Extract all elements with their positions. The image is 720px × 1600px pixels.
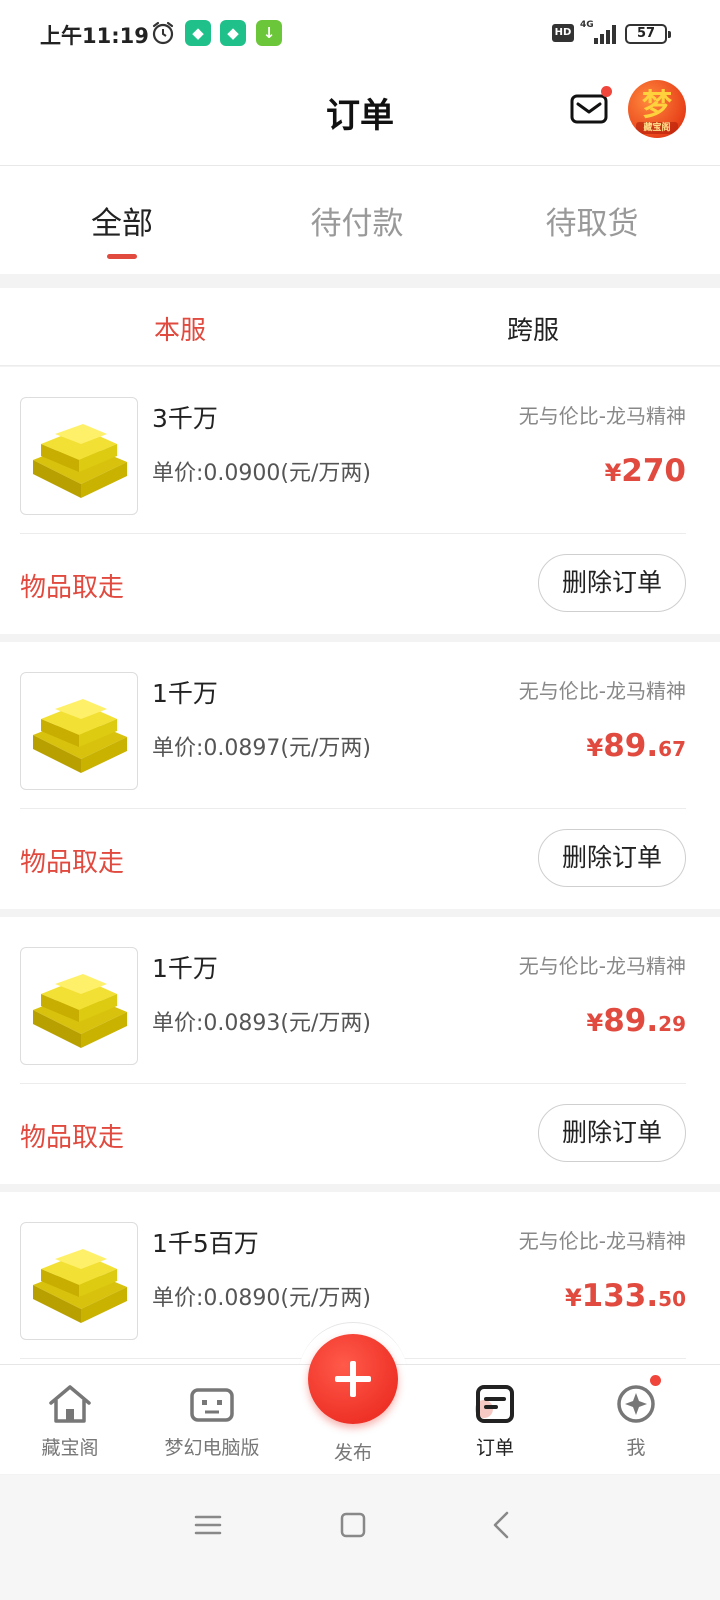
order-price: ¥270: [605, 453, 686, 489]
gold-bars-icon: [33, 424, 127, 498]
gold-bars-icon: [33, 1249, 127, 1323]
order-card[interactable]: 1千万 无与伦比-龙马精神 单价:0.0893(元/万两) ¥89.29 物品取…: [0, 917, 720, 1184]
order-price: ¥89.29: [587, 1003, 686, 1039]
nav-label-orders: 订单: [475, 1437, 514, 1459]
back-icon[interactable]: [482, 1505, 522, 1545]
gold-bars-thumbnail: [20, 672, 138, 790]
gold-bars-icon: [33, 974, 127, 1048]
mail-icon[interactable]: [570, 92, 608, 126]
tab-pending-pickup[interactable]: 待取货: [472, 198, 712, 243]
order-card[interactable]: 1千万 无与伦比-龙马精神 单价:0.0897(元/万两) ¥89.67 物品取…: [0, 642, 720, 909]
unit-price: 单价:0.0893(元/万两): [152, 1011, 371, 1036]
active-tab-indicator: [107, 254, 137, 259]
divider: [20, 1083, 686, 1084]
item-name: 1千5百万: [152, 1229, 259, 1258]
gamepad-icon: [190, 1388, 234, 1422]
price-integer: 270: [621, 453, 686, 489]
order-price: ¥133.50: [565, 1278, 686, 1314]
page-title: 订单: [326, 96, 394, 136]
item-name: 3千万: [152, 404, 218, 433]
shield-app-icon: ◆: [185, 20, 211, 46]
signal-icon: 4G: [580, 20, 616, 44]
delete-order-button[interactable]: 删除订单: [538, 1104, 686, 1162]
currency-symbol: ¥: [564, 1284, 582, 1312]
shield-app-icon-2: ◆: [220, 20, 246, 46]
nav-item-home[interactable]: 藏宝阁: [0, 1365, 140, 1475]
home-icon: [49, 1385, 91, 1423]
nav-label-pc: 梦幻电脑版: [164, 1437, 260, 1459]
gold-bars-thumbnail: [20, 1222, 138, 1340]
order-status: 物品取走: [20, 573, 125, 603]
unit-price: 单价:0.0890(元/万两): [152, 1286, 371, 1311]
alarm-icon: [152, 21, 174, 45]
server-subtabs: 本服 跨服: [0, 288, 720, 366]
subtab-local-server[interactable]: 本服: [154, 310, 206, 347]
order-tabs: 全部 待付款 待取货: [0, 166, 720, 274]
unit-price: 单价:0.0900(元/万两): [152, 461, 371, 486]
subtab-cross-server[interactable]: 跨服: [507, 310, 559, 347]
battery-indicator: 57: [625, 24, 671, 44]
tab-all[interactable]: 全部: [2, 198, 242, 243]
hd-badge: HD: [552, 24, 574, 42]
gold-bars-thumbnail: [20, 397, 138, 515]
order-status: 物品取走: [20, 848, 125, 878]
gold-bars-icon: [33, 699, 127, 773]
avatar-subtext: 藏宝阁: [636, 122, 678, 134]
notification-dot: [601, 86, 612, 97]
orders-icon: [475, 1385, 514, 1423]
nav-label-publish: 发布: [333, 1442, 372, 1464]
item-name: 1千万: [152, 954, 218, 983]
avatar-text: 梦: [642, 88, 672, 123]
system-navigation-bar: [0, 1475, 720, 1600]
delete-order-button[interactable]: 删除订单: [538, 829, 686, 887]
app-header: 订单 梦 藏宝阁: [0, 66, 720, 166]
menu-icon[interactable]: [188, 1505, 228, 1545]
server-name: 无与伦比-龙马精神: [518, 679, 686, 703]
notification-dot: [650, 1375, 661, 1386]
status-bar: 上午11:19 ◆ ◆ ↓ HD 4G 57: [0, 0, 720, 66]
avatar[interactable]: 梦 藏宝阁: [628, 80, 686, 138]
nav-item-me[interactable]: 我: [566, 1365, 706, 1475]
nav-item-orders[interactable]: 订单: [425, 1365, 565, 1475]
download-icon: ↓: [256, 20, 282, 46]
price-decimal: 50: [658, 1287, 686, 1311]
server-name: 无与伦比-龙马精神: [518, 1229, 686, 1253]
currency-symbol: ¥: [604, 459, 622, 487]
server-name: 无与伦比-龙马精神: [518, 404, 686, 428]
item-name: 1千万: [152, 679, 218, 708]
compass-icon: [617, 1385, 655, 1423]
svg-text:4G: 4G: [580, 20, 594, 30]
nav-item-pc[interactable]: 梦幻电脑版: [142, 1365, 282, 1475]
price-decimal: 29: [658, 1012, 686, 1036]
server-name: 无与伦比-龙马精神: [518, 954, 686, 978]
tab-pending-payment[interactable]: 待付款: [237, 198, 477, 243]
price-decimal: 67: [658, 737, 686, 761]
currency-symbol: ¥: [586, 734, 604, 762]
gold-bars-thumbnail: [20, 947, 138, 1065]
price-integer: 89.: [603, 728, 659, 764]
publish-plus-icon[interactable]: [308, 1334, 398, 1424]
order-status: 物品取走: [20, 1123, 125, 1153]
order-price: ¥89.67: [587, 728, 686, 764]
price-integer: 89.: [603, 1003, 659, 1039]
delete-order-button[interactable]: 删除订单: [538, 554, 686, 612]
price-integer: 133.: [581, 1278, 659, 1314]
nav-label-home: 藏宝阁: [41, 1437, 99, 1459]
square-icon[interactable]: [333, 1505, 373, 1545]
divider: [20, 808, 686, 809]
status-time: 上午11:19: [40, 24, 149, 48]
unit-price: 单价:0.0897(元/万两): [152, 736, 371, 761]
order-card[interactable]: 3千万 无与伦比-龙马精神 单价:0.0900(元/万两) ¥270 物品取走 …: [0, 367, 720, 634]
currency-symbol: ¥: [586, 1009, 604, 1037]
divider: [20, 533, 686, 534]
nav-label-me: 我: [626, 1437, 646, 1459]
